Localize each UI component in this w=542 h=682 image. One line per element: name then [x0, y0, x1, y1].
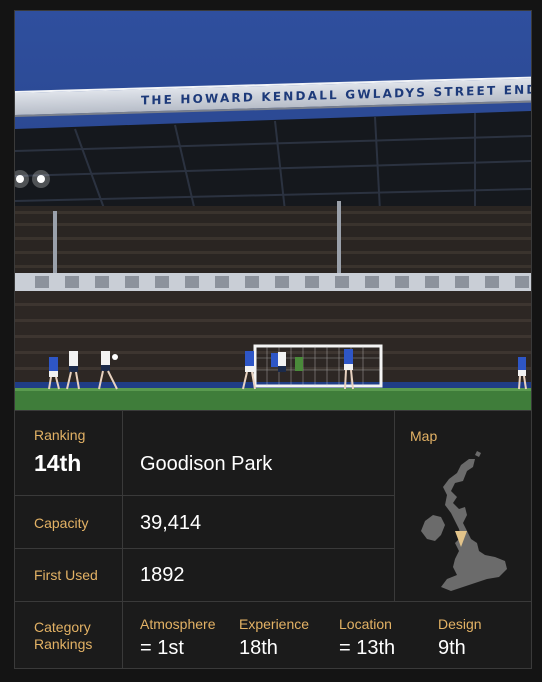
category-design: Design 9th [438, 616, 482, 660]
uk-map-icon [415, 451, 515, 604]
category-experience: Experience 18th [239, 616, 309, 660]
ranking-cell: Ranking 14th [34, 427, 85, 477]
ranking-label: Ranking [34, 427, 86, 443]
category-name: Location [339, 616, 392, 632]
category-atmosphere: Atmosphere = 1st [140, 616, 215, 660]
stand-banner-text: THE HOWARD KENDALL GWLADYS STREET END [141, 82, 531, 108]
ranking-value: 14th [34, 450, 82, 476]
capacity-value: 39,414 [140, 512, 202, 534]
category-name: Atmosphere [140, 616, 216, 632]
category-name: Design [438, 616, 482, 632]
stadium-photo: THE HOWARD KENDALL GWLADYS STREET END [15, 11, 531, 410]
category-location: Location = 13th [339, 616, 395, 660]
map-label: Map [410, 428, 438, 444]
stadium-card: THE HOWARD KENDALL GWLADYS STREET END Ra… [14, 10, 532, 669]
capacity-label: Capacity [34, 515, 89, 531]
category-value: 9th [438, 637, 466, 659]
category-rankings-label: Category Rankings [34, 619, 93, 652]
stadium-photo-illustration [15, 111, 531, 410]
category-value: = 1st [140, 637, 184, 659]
stadium-info-grid: Ranking 14th Goodison Park Capacity 39,4… [15, 410, 531, 668]
first-used-value: 1892 [140, 564, 185, 586]
first-used-label: First Used [34, 567, 98, 583]
category-value: = 13th [339, 637, 396, 659]
category-name: Experience [239, 616, 310, 632]
stadium-name: Goodison Park [140, 453, 273, 475]
category-value: 18th [239, 637, 278, 659]
